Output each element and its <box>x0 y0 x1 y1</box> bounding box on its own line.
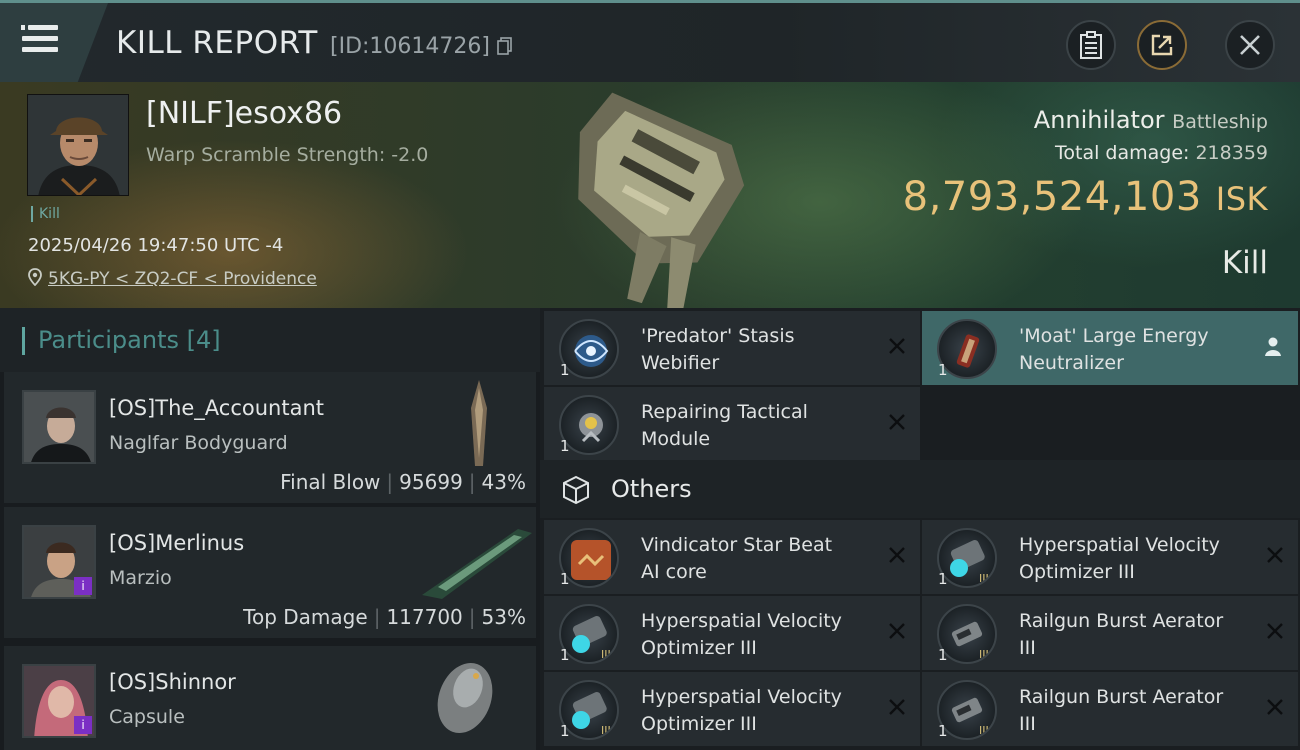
victim-name[interactable]: [NILF]esox86 <box>146 96 342 131</box>
module-item[interactable]: 1 'Moat' Large Energy Neutralizer <box>922 311 1298 385</box>
cargo-item[interactable]: III 1 Railgun Burst Aerator III <box>922 672 1298 746</box>
kill-result: Kill <box>1221 245 1268 281</box>
close-icon <box>889 414 905 430</box>
copy-icon[interactable] <box>497 37 513 55</box>
participant-stats: Final Blow | 95699 | 43% <box>280 470 526 494</box>
participant-ship-thumbnail <box>422 529 532 599</box>
page-title: KILL REPORT <box>116 25 318 61</box>
close-icon <box>889 338 905 354</box>
participant-card[interactable]: i [OS]Shinnor Capsule <box>4 646 536 750</box>
kill-datetime: 2025/04/26 19:47:50 UTC -4 <box>28 235 284 256</box>
participant-name: [OS]The_Accountant <box>109 396 325 420</box>
victim-banner: [NILF]esox86 Warp Scramble Strength: -2.… <box>0 82 1300 308</box>
top-bar: KILL REPORT [ID:10614726] <box>0 0 1300 82</box>
participant-name: [OS]Merlinus <box>109 531 245 555</box>
close-icon <box>1267 623 1283 639</box>
svg-text:III: III <box>601 724 611 737</box>
pilot-avatar-icon <box>28 95 128 195</box>
participants-panel: Participants [4] [OS]The_Accountant Nagl… <box>0 308 540 750</box>
participants-header: Participants [4] <box>0 308 540 372</box>
participant-ship: Naglfar Bodyguard <box>109 432 288 454</box>
location-pin-icon <box>28 268 42 287</box>
total-damage: Total damage: 218359 <box>1055 142 1268 164</box>
cargo-item[interactable]: III 1 Hyperspatial Velocity Optimizer III <box>544 596 920 670</box>
participant-ship: Marzio <box>109 567 172 589</box>
participant-avatar <box>22 390 96 464</box>
svg-text:III: III <box>601 648 611 661</box>
cargo-item[interactable]: III 1 Hyperspatial Velocity Optimizer III <box>922 520 1298 594</box>
participant-ship-thumbnail <box>471 380 487 466</box>
close-button[interactable] <box>1225 20 1275 70</box>
menu-button[interactable] <box>0 3 108 82</box>
module-item[interactable]: 1 Repairing Tactical Module <box>544 387 920 461</box>
kill-location[interactable]: 5KG-PY < ZQ2-CF < Providence <box>28 268 317 289</box>
warp-scramble-strength: Warp Scramble Strength: -2.0 <box>146 144 429 166</box>
ship-class: Battleship <box>1172 111 1268 133</box>
person-icon <box>1265 337 1281 356</box>
close-icon <box>889 699 905 715</box>
kill-type-tag: Kill <box>31 206 60 222</box>
victim-ship[interactable]: Annihilator Battleship <box>1034 106 1268 134</box>
participant-avatar: i <box>22 525 96 599</box>
participant-name: [OS]Shinnor <box>109 670 236 694</box>
victim-ship-image[interactable] <box>530 82 770 308</box>
menu-icon <box>22 25 58 58</box>
participant-card[interactable]: [OS]The_Accountant Naglfar Bodyguard Fin… <box>4 372 536 505</box>
close-icon <box>1240 35 1260 55</box>
participant-card[interactable]: i [OS]Merlinus Marzio Top Damage | 117700 |… <box>4 507 536 640</box>
ship-name: Annihilator <box>1033 106 1165 134</box>
cargo-item[interactable]: 1 Vindicator Star Beat AI core <box>544 520 920 594</box>
cargo-item[interactable]: III 1 Hyperspatial Velocity Optimizer III <box>544 672 920 746</box>
isk-value: 8,793,524,103 ISK <box>902 174 1268 220</box>
clipboard-icon <box>1080 31 1102 59</box>
cargo-item[interactable]: III 1 Railgun Burst Aerator III <box>922 596 1298 670</box>
share-icon <box>1151 34 1173 56</box>
svg-text:III: III <box>979 572 989 585</box>
report-id: [ID:10614726] <box>330 34 513 59</box>
svg-text:III: III <box>979 724 989 737</box>
victim-portrait[interactable] <box>27 94 129 196</box>
info-badge-icon: i <box>74 577 92 595</box>
participant-ship-thumbnail <box>437 663 493 733</box>
close-icon <box>1267 547 1283 563</box>
others-section-header: Others <box>540 460 1300 518</box>
close-icon <box>889 547 905 563</box>
participant-stats: Top Damage | 117700 | 53% <box>243 605 526 629</box>
close-icon <box>889 623 905 639</box>
participant-avatar: i <box>22 664 96 738</box>
cube-icon <box>563 475 589 505</box>
clipboard-button[interactable] <box>1066 20 1116 70</box>
share-button[interactable] <box>1137 20 1187 70</box>
module-item[interactable]: 1 'Predator' Stasis Webifier <box>544 311 920 385</box>
svg-text:III: III <box>979 648 989 661</box>
participant-ship: Capsule <box>109 706 185 728</box>
close-icon <box>1267 699 1283 715</box>
info-badge-icon: i <box>74 716 92 734</box>
